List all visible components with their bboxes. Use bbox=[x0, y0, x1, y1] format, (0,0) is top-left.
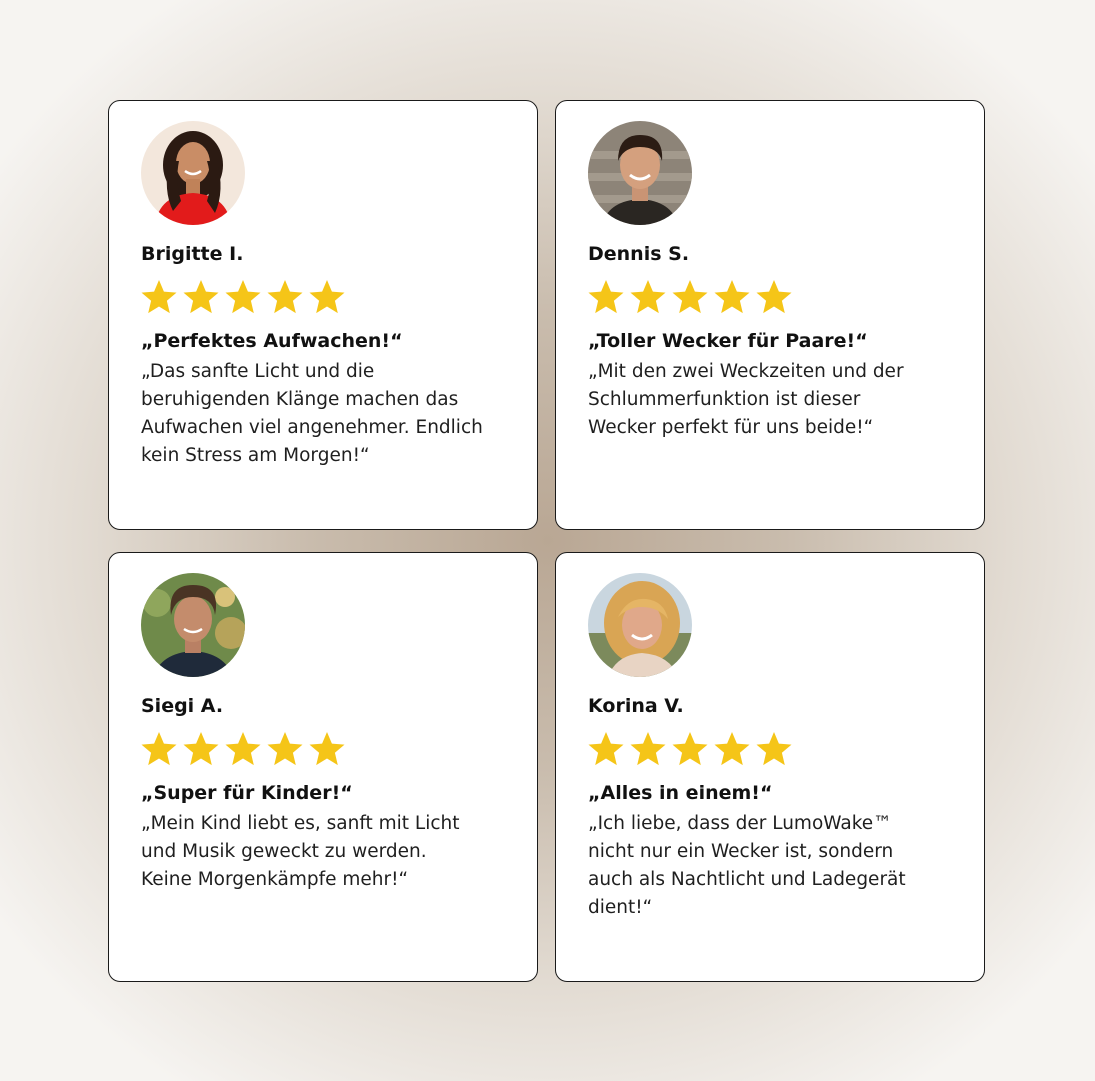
reviews-page: { "colors": { "star": "#f5c518", "card_b… bbox=[0, 0, 1095, 1081]
star-icon bbox=[307, 277, 347, 317]
star-icon bbox=[628, 729, 668, 769]
review-card-siegi: Siegi A. „Super für Kinder!“ „Mein Kind … bbox=[108, 552, 538, 982]
star-icon bbox=[754, 277, 794, 317]
star-icon bbox=[265, 729, 305, 769]
review-text: „Das sanfte Licht und die beruhigenden K… bbox=[141, 361, 483, 466]
star-icon bbox=[586, 277, 626, 317]
reviewer-name: Siegi A. bbox=[141, 695, 224, 717]
review-text: „Ich liebe, dass der LumoWake™ nicht nur… bbox=[588, 813, 906, 918]
star-icon bbox=[139, 729, 179, 769]
review-card-brigitte: Brigitte I. „Perfektes Aufwachen!“ „Das … bbox=[108, 100, 538, 530]
star-icon bbox=[223, 277, 263, 317]
star-icon bbox=[307, 729, 347, 769]
review-headline: „Super für Kinder!“ bbox=[141, 782, 353, 804]
review-text: „Mit den zwei Weckzeiten und der Schlumm… bbox=[588, 361, 904, 438]
reviewer-name: Dennis S. bbox=[588, 243, 690, 265]
reviewer-name: Brigitte I. bbox=[141, 243, 244, 265]
star-icon bbox=[586, 729, 626, 769]
review-card-dennis: Dennis S. „Toller Wecker für Paare!“ „Mi… bbox=[555, 100, 985, 530]
review-card-korina: Korina V. „Alles in einem!“ „Ich liebe, … bbox=[555, 552, 985, 982]
star-icon bbox=[712, 729, 752, 769]
avatar-brigitte bbox=[141, 121, 245, 225]
star-icon bbox=[712, 277, 752, 317]
review-headline: „Perfektes Aufwachen!“ bbox=[141, 330, 403, 352]
star-icon bbox=[670, 277, 710, 317]
star-icon bbox=[181, 277, 221, 317]
avatar-dennis bbox=[588, 121, 692, 225]
avatar-siegi bbox=[141, 573, 245, 677]
star-icon bbox=[670, 729, 710, 769]
star-icon bbox=[265, 277, 305, 317]
star-rating bbox=[139, 277, 347, 317]
reviewer-name: Korina V. bbox=[588, 695, 684, 717]
avatar-korina bbox=[588, 573, 692, 677]
star-icon bbox=[628, 277, 668, 317]
star-icon bbox=[223, 729, 263, 769]
star-icon bbox=[139, 277, 179, 317]
star-rating bbox=[586, 277, 794, 317]
review-headline: „Alles in einem!“ bbox=[588, 782, 773, 804]
review-text: „Mein Kind liebt es, sanft mit Licht und… bbox=[141, 813, 460, 890]
star-icon bbox=[181, 729, 221, 769]
review-headline: „Toller Wecker für Paare!“ bbox=[588, 330, 868, 352]
star-rating bbox=[586, 729, 794, 769]
star-rating bbox=[139, 729, 347, 769]
star-icon bbox=[754, 729, 794, 769]
